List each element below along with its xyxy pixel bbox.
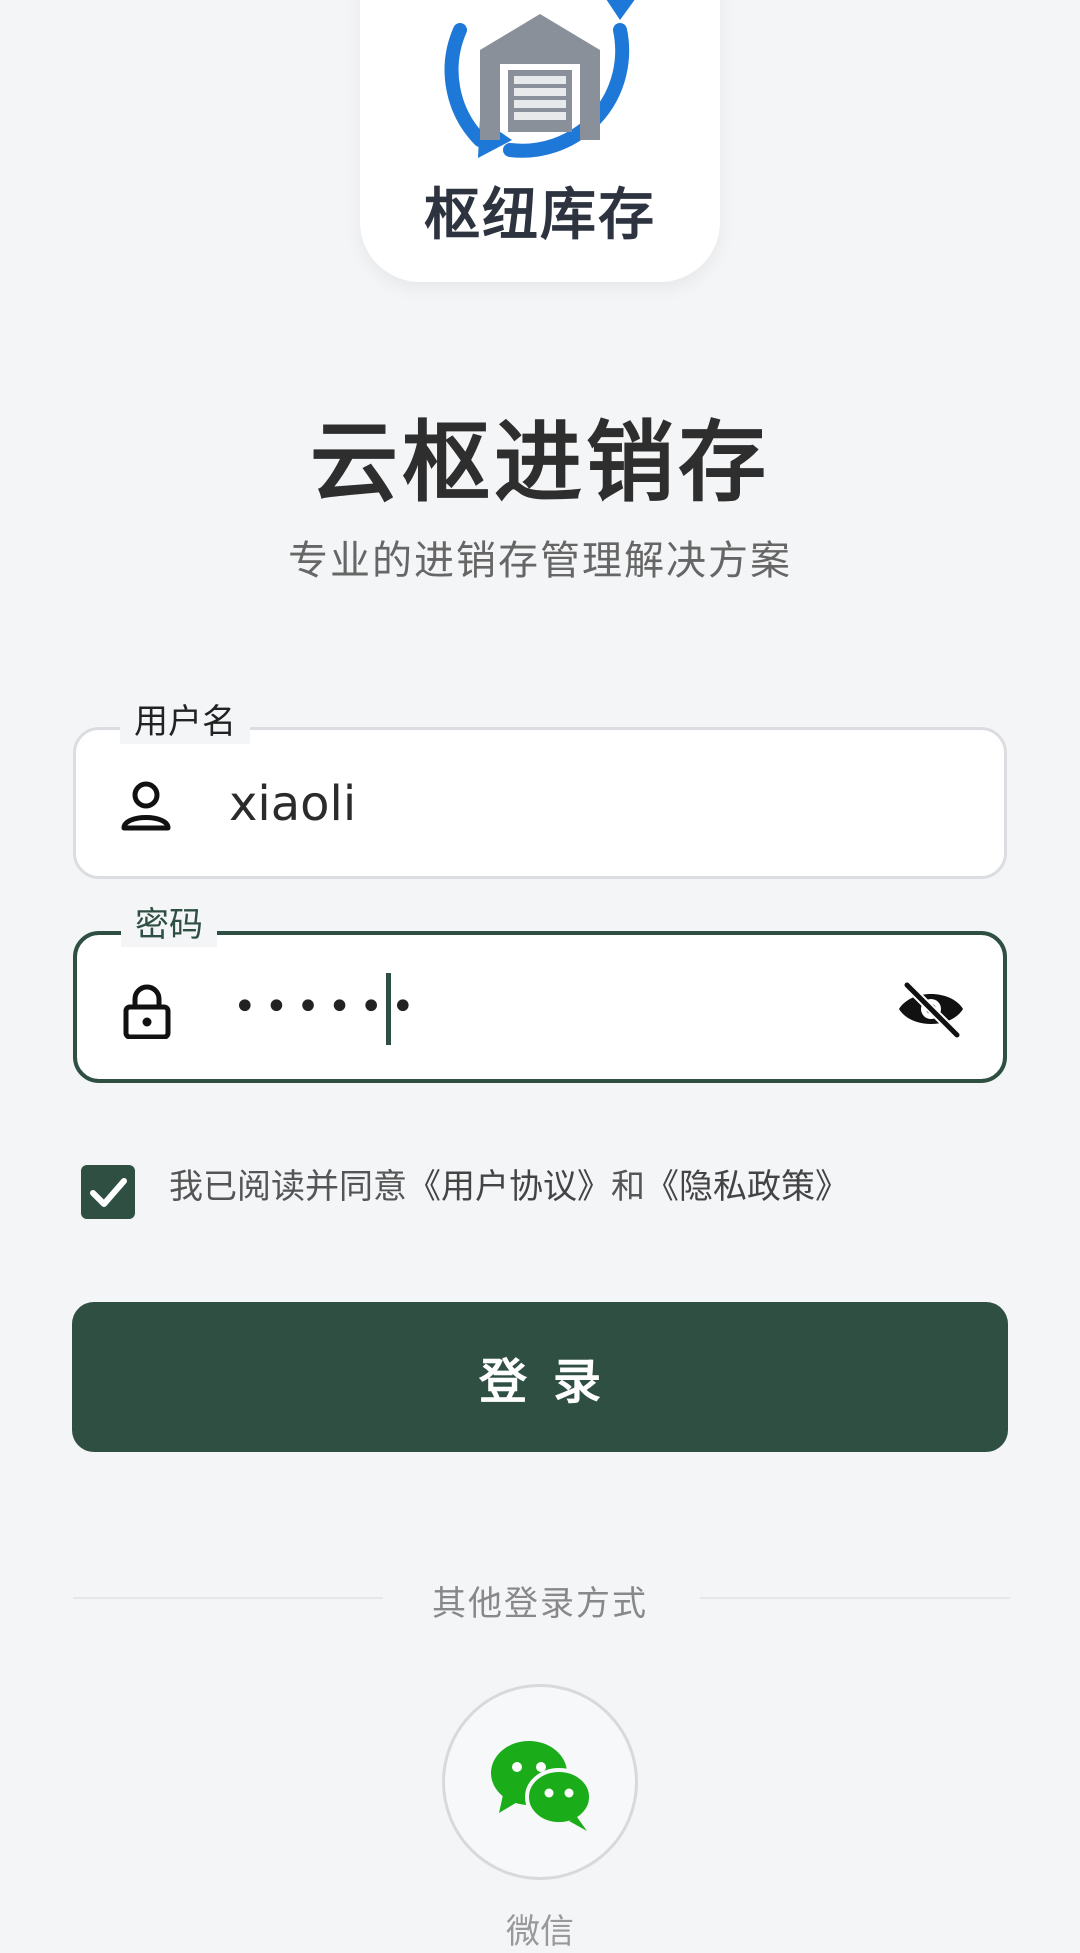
user-icon [121, 781, 171, 831]
app-title: 云枢进销存 [309, 411, 770, 514]
wechat-label: 微信 [506, 1912, 574, 1952]
agreement-prefix: 我已阅读并同意 [169, 1167, 407, 1207]
check-icon [90, 1178, 127, 1207]
password-input[interactable]: •••••• [233, 977, 423, 1037]
lock-icon [123, 984, 171, 1039]
warehouse-refresh-icon [444, 0, 635, 158]
wechat-icon [491, 1741, 593, 1831]
password-label: 密码 [121, 903, 217, 947]
app-logo: 枢纽库存 [360, 0, 720, 282]
username-field[interactable]: 用户名 xiaoli [73, 700, 1007, 879]
login-button[interactable]: 登录 [72, 1302, 1008, 1452]
logo-text: 枢纽库存 [424, 183, 656, 248]
wechat-login-button[interactable] [442, 1684, 638, 1880]
eye-off-icon[interactable] [895, 979, 967, 1039]
divider-right [700, 1597, 1010, 1599]
other-login-label: 其他登录方式 [432, 1584, 648, 1624]
app-subtitle: 专业的进销存管理解决方案 [288, 538, 792, 584]
username-input[interactable]: xiaoli [229, 774, 356, 834]
privacy-policy-link[interactable]: 《隐私政策》 [645, 1167, 849, 1207]
user-agreement-link[interactable]: 《用户协议》 [407, 1167, 611, 1207]
agreement-conjunction: 和 [611, 1167, 645, 1207]
agreement-text: 我已阅读并同意《用户协议》和《隐私政策》 [169, 1165, 849, 1209]
password-field[interactable]: 密码 •••••• [73, 903, 1007, 1083]
username-label: 用户名 [120, 700, 250, 744]
text-caret [386, 973, 391, 1045]
agreement-checkbox[interactable] [81, 1165, 135, 1219]
